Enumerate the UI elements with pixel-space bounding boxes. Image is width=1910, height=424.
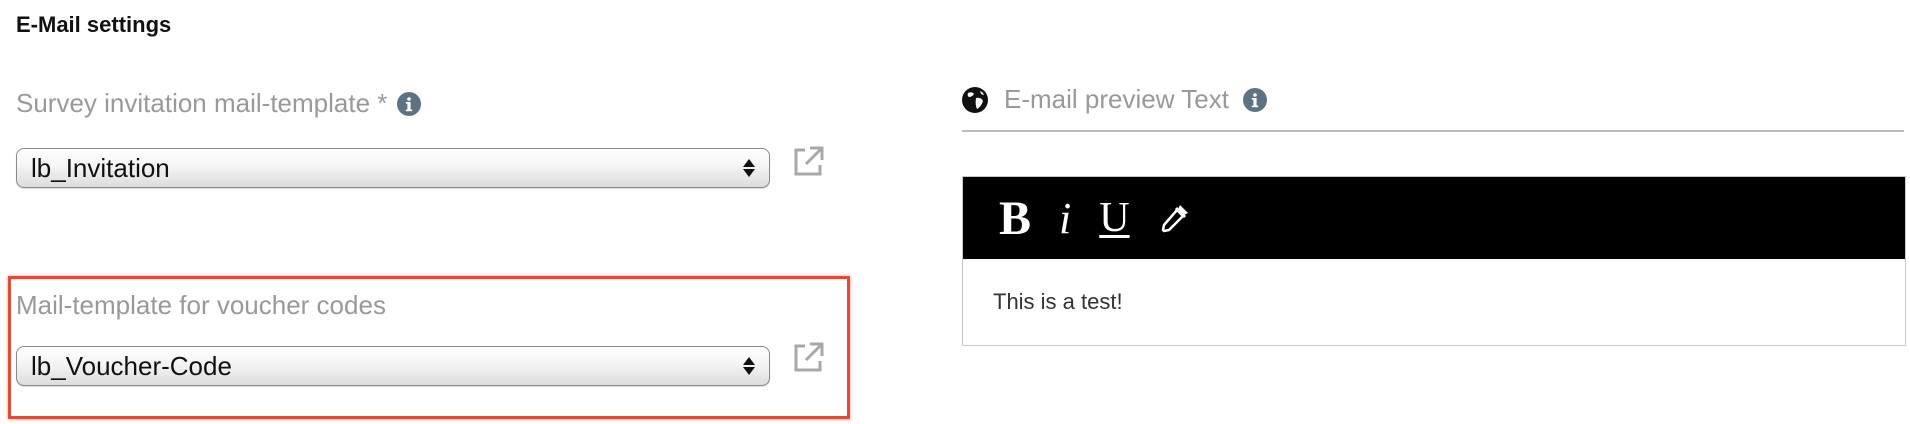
- invitation-template-value: lb_Invitation: [31, 152, 170, 183]
- editor-toolbar: B i U: [963, 177, 1905, 259]
- select-arrows-icon: [743, 357, 755, 375]
- section-title: E-Mail settings: [16, 12, 172, 37]
- voucher-template-label-text: Mail-template for voucher codes: [16, 290, 386, 320]
- color-picker-icon[interactable]: [1158, 201, 1192, 235]
- preview-label: E-mail preview Text: [1004, 84, 1229, 114]
- preview-divider: [962, 130, 1904, 132]
- invitation-template-select[interactable]: lb_Invitation: [16, 148, 770, 188]
- info-icon[interactable]: [1242, 87, 1267, 112]
- voucher-template-value: lb_Voucher-Code: [31, 350, 232, 381]
- bold-button[interactable]: B: [999, 191, 1031, 246]
- external-link-icon[interactable]: [790, 144, 826, 180]
- voucher-template-select[interactable]: lb_Voucher-Code: [16, 346, 770, 386]
- invitation-template-label: Survey invitation mail-template *: [16, 88, 422, 119]
- external-link-icon[interactable]: [790, 340, 826, 376]
- editor-content[interactable]: This is a test!: [963, 259, 1905, 345]
- info-icon[interactable]: [397, 91, 422, 116]
- globe-icon[interactable]: [960, 85, 990, 115]
- voucher-template-label: Mail-template for voucher codes: [16, 290, 386, 321]
- select-arrows-icon: [743, 159, 755, 177]
- invitation-template-label-text: Survey invitation mail-template *: [16, 88, 388, 118]
- italic-button[interactable]: i: [1059, 193, 1071, 244]
- preview-editor: B i U This is a test!: [962, 176, 1906, 346]
- underline-button[interactable]: U: [1099, 194, 1129, 242]
- preview-header: E-mail preview Text: [960, 84, 1267, 115]
